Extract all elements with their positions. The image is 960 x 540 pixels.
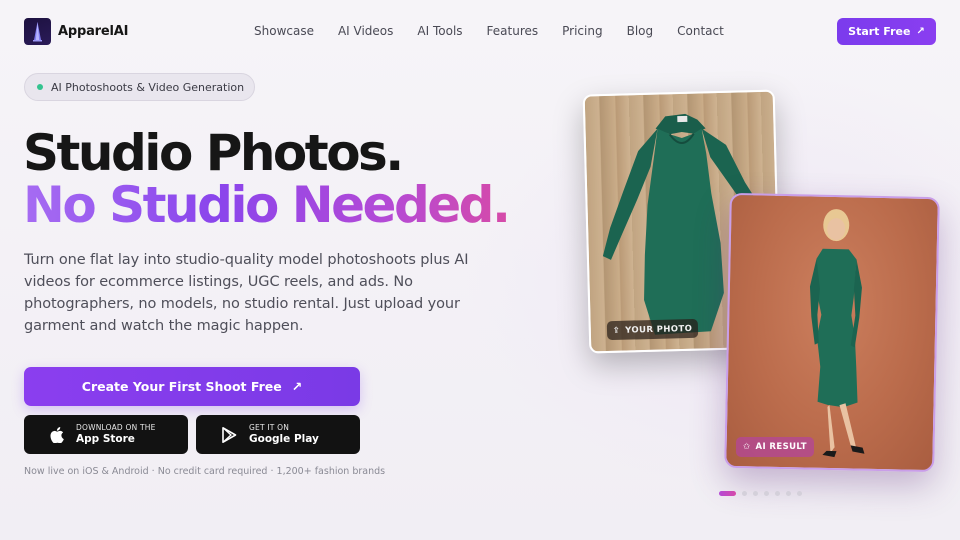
create-shoot-button[interactable]: Create Your First Shoot Free ↗	[24, 367, 360, 406]
create-shoot-label: Create Your First Shoot Free	[81, 379, 282, 394]
app-store-big: App Store	[76, 433, 135, 445]
main-menu: Showcase AI Videos AI Tools Features Pri…	[254, 24, 748, 38]
brand-name: ApparelAI	[58, 24, 129, 39]
google-play-big: Google Play	[249, 433, 319, 445]
carousel-dot[interactable]	[797, 491, 802, 496]
ai-result-label: AI RESULT	[755, 442, 807, 452]
carousel-dot[interactable]	[764, 491, 769, 496]
carousel-dots	[719, 491, 802, 496]
ai-result-tag: ✩ AI RESULT	[736, 437, 814, 457]
start-free-label: Start Free	[848, 25, 911, 38]
play-store-icon	[222, 426, 237, 443]
nav-link-ai-videos[interactable]: AI Videos	[338, 24, 393, 38]
feature-badge: AI Photoshoots & Video Generation	[24, 73, 255, 101]
hero-description: Turn one flat lay into studio-quality mo…	[24, 252, 469, 334]
nav-link-contact[interactable]: Contact	[677, 24, 724, 38]
your-photo-tag: ⇪ YOUR PHOTO	[606, 318, 699, 341]
hero-title-line1: Studio Photos.	[23, 124, 404, 182]
apple-icon	[50, 426, 64, 443]
carousel-dot[interactable]	[786, 491, 791, 496]
carousel-dot[interactable]	[775, 491, 780, 496]
top-nav: ApparelAI Showcase AI Videos AI Tools Fe…	[0, 0, 960, 62]
status-dot-icon	[37, 84, 43, 90]
sparkle-icon: ✩	[742, 442, 751, 452]
tower-logo-icon	[24, 18, 51, 45]
your-photo-label: YOUR PHOTO	[625, 323, 693, 336]
google-play-button[interactable]: GET IT ON Google Play	[196, 415, 360, 454]
nav-link-features[interactable]: Features	[487, 24, 539, 38]
hero-title-line2: No Studio Needed.	[23, 176, 511, 234]
app-store-button[interactable]: DOWNLOAD ON THE App Store	[24, 415, 188, 454]
nav-link-showcase[interactable]: Showcase	[254, 24, 314, 38]
badge-label: AI Photoshoots & Video Generation	[51, 80, 245, 94]
start-free-button[interactable]: Start Free ↗	[837, 18, 936, 45]
carousel-dot[interactable]	[753, 491, 758, 496]
ai-result-photo	[724, 192, 940, 473]
trust-note: Now live on iOS & Android · No credit ca…	[24, 466, 386, 477]
carousel-dot[interactable]	[742, 491, 747, 496]
google-play-small: GET IT ON	[249, 423, 290, 432]
arrow-up-right-icon: ↗	[916, 26, 925, 37]
nav-link-pricing[interactable]: Pricing	[562, 24, 602, 38]
upload-icon: ⇪	[612, 325, 621, 336]
arrow-up-right-icon: ↗	[291, 379, 303, 394]
brand[interactable]: ApparelAI	[24, 18, 128, 45]
carousel-dot[interactable]	[719, 491, 736, 496]
nav-link-ai-tools[interactable]: AI Tools	[417, 24, 462, 38]
nav-link-blog[interactable]: Blog	[627, 24, 654, 38]
app-store-small: DOWNLOAD ON THE	[76, 423, 156, 432]
